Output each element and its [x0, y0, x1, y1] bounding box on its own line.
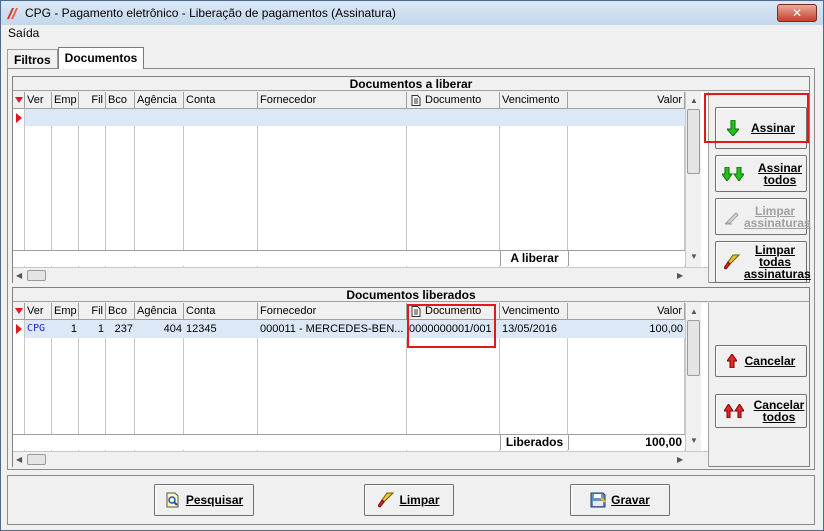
current-row-indicator-icon — [16, 113, 22, 123]
arrow-down-green-icon — [726, 120, 739, 136]
grid-documentos-liberados[interactable]: Ver Emp Fil Bco Agência Conta Fornecedor… — [13, 303, 709, 467]
panel-documentos-liberados: Documentos liberados Ver Emp Fil Bco Agê… — [12, 287, 810, 467]
cell-vencimento: 13/05/2016 — [502, 323, 558, 335]
limpar-button[interactable]: Limpar — [364, 484, 454, 516]
cell-documento: 0000000001/001 — [409, 323, 492, 335]
panel-title: Documentos a liberar — [13, 77, 809, 91]
scroll-down-icon[interactable]: ▼ — [690, 252, 698, 261]
scroll-up-icon[interactable]: ▲ — [690, 307, 698, 316]
col-header-conta[interactable]: Conta — [184, 303, 258, 320]
arrow-up-red-icon — [726, 354, 737, 368]
scroll-up-icon[interactable]: ▲ — [690, 96, 698, 105]
vertical-scrollbar[interactable]: ▲ ▼ — [685, 92, 701, 267]
col-header-emp[interactable]: Emp — [52, 303, 79, 320]
col-header-fil[interactable]: Fil — [79, 92, 106, 109]
scrollbar-thumb[interactable] — [27, 454, 46, 465]
col-header-ver[interactable]: Ver — [25, 92, 52, 109]
scroll-down-icon[interactable]: ▼ — [690, 436, 698, 445]
tab-documentos[interactable]: Documentos — [57, 47, 145, 69]
col-header-documento[interactable]: Documento — [407, 303, 500, 320]
col-header-documento[interactable]: Documento — [407, 92, 500, 109]
table-row[interactable] — [25, 109, 685, 126]
window-title: CPG - Pagamento eletrônico - Liberação d… — [25, 6, 396, 20]
title-bar: CPG - Pagamento eletrônico - Liberação d… — [1, 1, 823, 25]
application-window: CPG - Pagamento eletrônico - Liberação d… — [0, 0, 824, 531]
double-arrow-up-red-icon — [724, 404, 744, 418]
scroll-left-icon[interactable]: ◀ — [16, 455, 22, 464]
col-header-ver[interactable]: Ver — [25, 303, 52, 320]
col-header-bco[interactable]: Bco — [106, 303, 135, 320]
cancelar-todos-button[interactable]: Cancelar todos — [715, 394, 807, 428]
document-icon — [411, 306, 421, 317]
bottom-toolbar: Pesquisar Limpar Gravar — [7, 475, 815, 525]
close-button[interactable]: ✕ — [777, 4, 817, 22]
documentos-tab-page: Documentos a liberar Ver Emp Fil Bco Agê… — [7, 68, 815, 470]
broom-icon — [378, 492, 395, 508]
cell-fil: 1 — [97, 323, 104, 335]
close-icon: ✕ — [791, 6, 803, 20]
assinar-todos-button[interactable]: Assinar todos — [715, 155, 807, 192]
col-header-emp[interactable]: Emp — [52, 92, 79, 109]
tab-filtros[interactable]: Filtros — [7, 49, 58, 69]
cell-ver: CPG — [27, 323, 46, 334]
gravar-button[interactable]: Gravar — [570, 484, 670, 516]
broom-icon — [724, 254, 740, 270]
totals-row: Liberados 100,00 — [13, 434, 685, 450]
tab-strip: Filtros Documentos — [7, 47, 145, 69]
cell-valor: 100,00 — [649, 323, 683, 335]
col-header-conta[interactable]: Conta — [184, 92, 258, 109]
menu-saida[interactable]: Saída — [8, 26, 39, 40]
col-header-valor[interactable]: Valor — [568, 92, 685, 109]
col-header-vencimento[interactable]: Vencimento — [500, 303, 568, 320]
totals-label: Liberados — [500, 435, 568, 450]
cell-bco: 237 — [114, 323, 133, 335]
scrollbar-thumb[interactable] — [27, 270, 46, 281]
horizontal-scrollbar[interactable]: ◀ ▶ — [13, 267, 708, 283]
cell-agencia: 404 — [163, 323, 182, 335]
scroll-left-icon[interactable]: ◀ — [16, 271, 22, 280]
app-logo-icon — [7, 8, 18, 19]
col-header-fil[interactable]: Fil — [79, 303, 106, 320]
limpar-todas-assinaturas-button[interactable]: Limpar todas assinaturas — [715, 241, 811, 283]
limpar-assinaturas-button[interactable]: Limpar assinaturas — [715, 198, 811, 235]
cell-conta: 12345 — [186, 323, 217, 335]
cell-emp: 1 — [70, 323, 77, 335]
scrollbar-thumb[interactable] — [687, 109, 700, 174]
current-row-indicator-icon — [16, 324, 22, 334]
totals-label: A liberar — [500, 251, 568, 266]
scroll-right-icon[interactable]: ▶ — [677, 271, 683, 280]
assinar-button[interactable]: Assinar — [715, 107, 807, 149]
col-header-agencia[interactable]: Agência — [135, 303, 184, 320]
horizontal-scrollbar[interactable]: ◀ ▶ — [13, 451, 708, 467]
scrollbar-thumb[interactable] — [687, 320, 700, 376]
cancelar-button[interactable]: Cancelar — [715, 345, 807, 377]
menu-bar: Saída — [1, 25, 823, 42]
scroll-right-icon[interactable]: ▶ — [677, 455, 683, 464]
pesquisar-button[interactable]: Pesquisar — [154, 484, 254, 516]
search-document-icon — [166, 492, 179, 508]
totals-row: A liberar — [13, 250, 685, 266]
document-icon — [411, 95, 421, 106]
col-header-fornecedor[interactable]: Fornecedor — [258, 303, 407, 320]
grid-documentos-a-liberar[interactable]: Ver Emp Fil Bco Agência Conta Fornecedor… — [13, 92, 709, 283]
row-indicator-header — [13, 303, 25, 320]
double-arrow-down-green-icon — [722, 166, 744, 181]
totals-value: 100,00 — [568, 435, 685, 450]
col-header-fornecedor[interactable]: Fornecedor — [258, 92, 407, 109]
panel-title: Documentos liberados — [13, 288, 809, 302]
eraser-icon — [724, 211, 739, 224]
col-header-agencia[interactable]: Agência — [135, 92, 184, 109]
col-header-bco[interactable]: Bco — [106, 92, 135, 109]
totals-value — [568, 251, 685, 266]
panel-documentos-a-liberar: Documentos a liberar Ver Emp Fil Bco Agê… — [12, 76, 811, 283]
vertical-scrollbar[interactable]: ▲ ▼ — [685, 303, 701, 451]
cell-fornecedor: 000011 - MERCEDES-BEN... — [260, 323, 404, 335]
col-header-vencimento[interactable]: Vencimento — [500, 92, 568, 109]
col-header-valor[interactable]: Valor — [568, 303, 685, 320]
save-disk-icon — [590, 492, 606, 508]
row-indicator-header — [13, 92, 25, 109]
